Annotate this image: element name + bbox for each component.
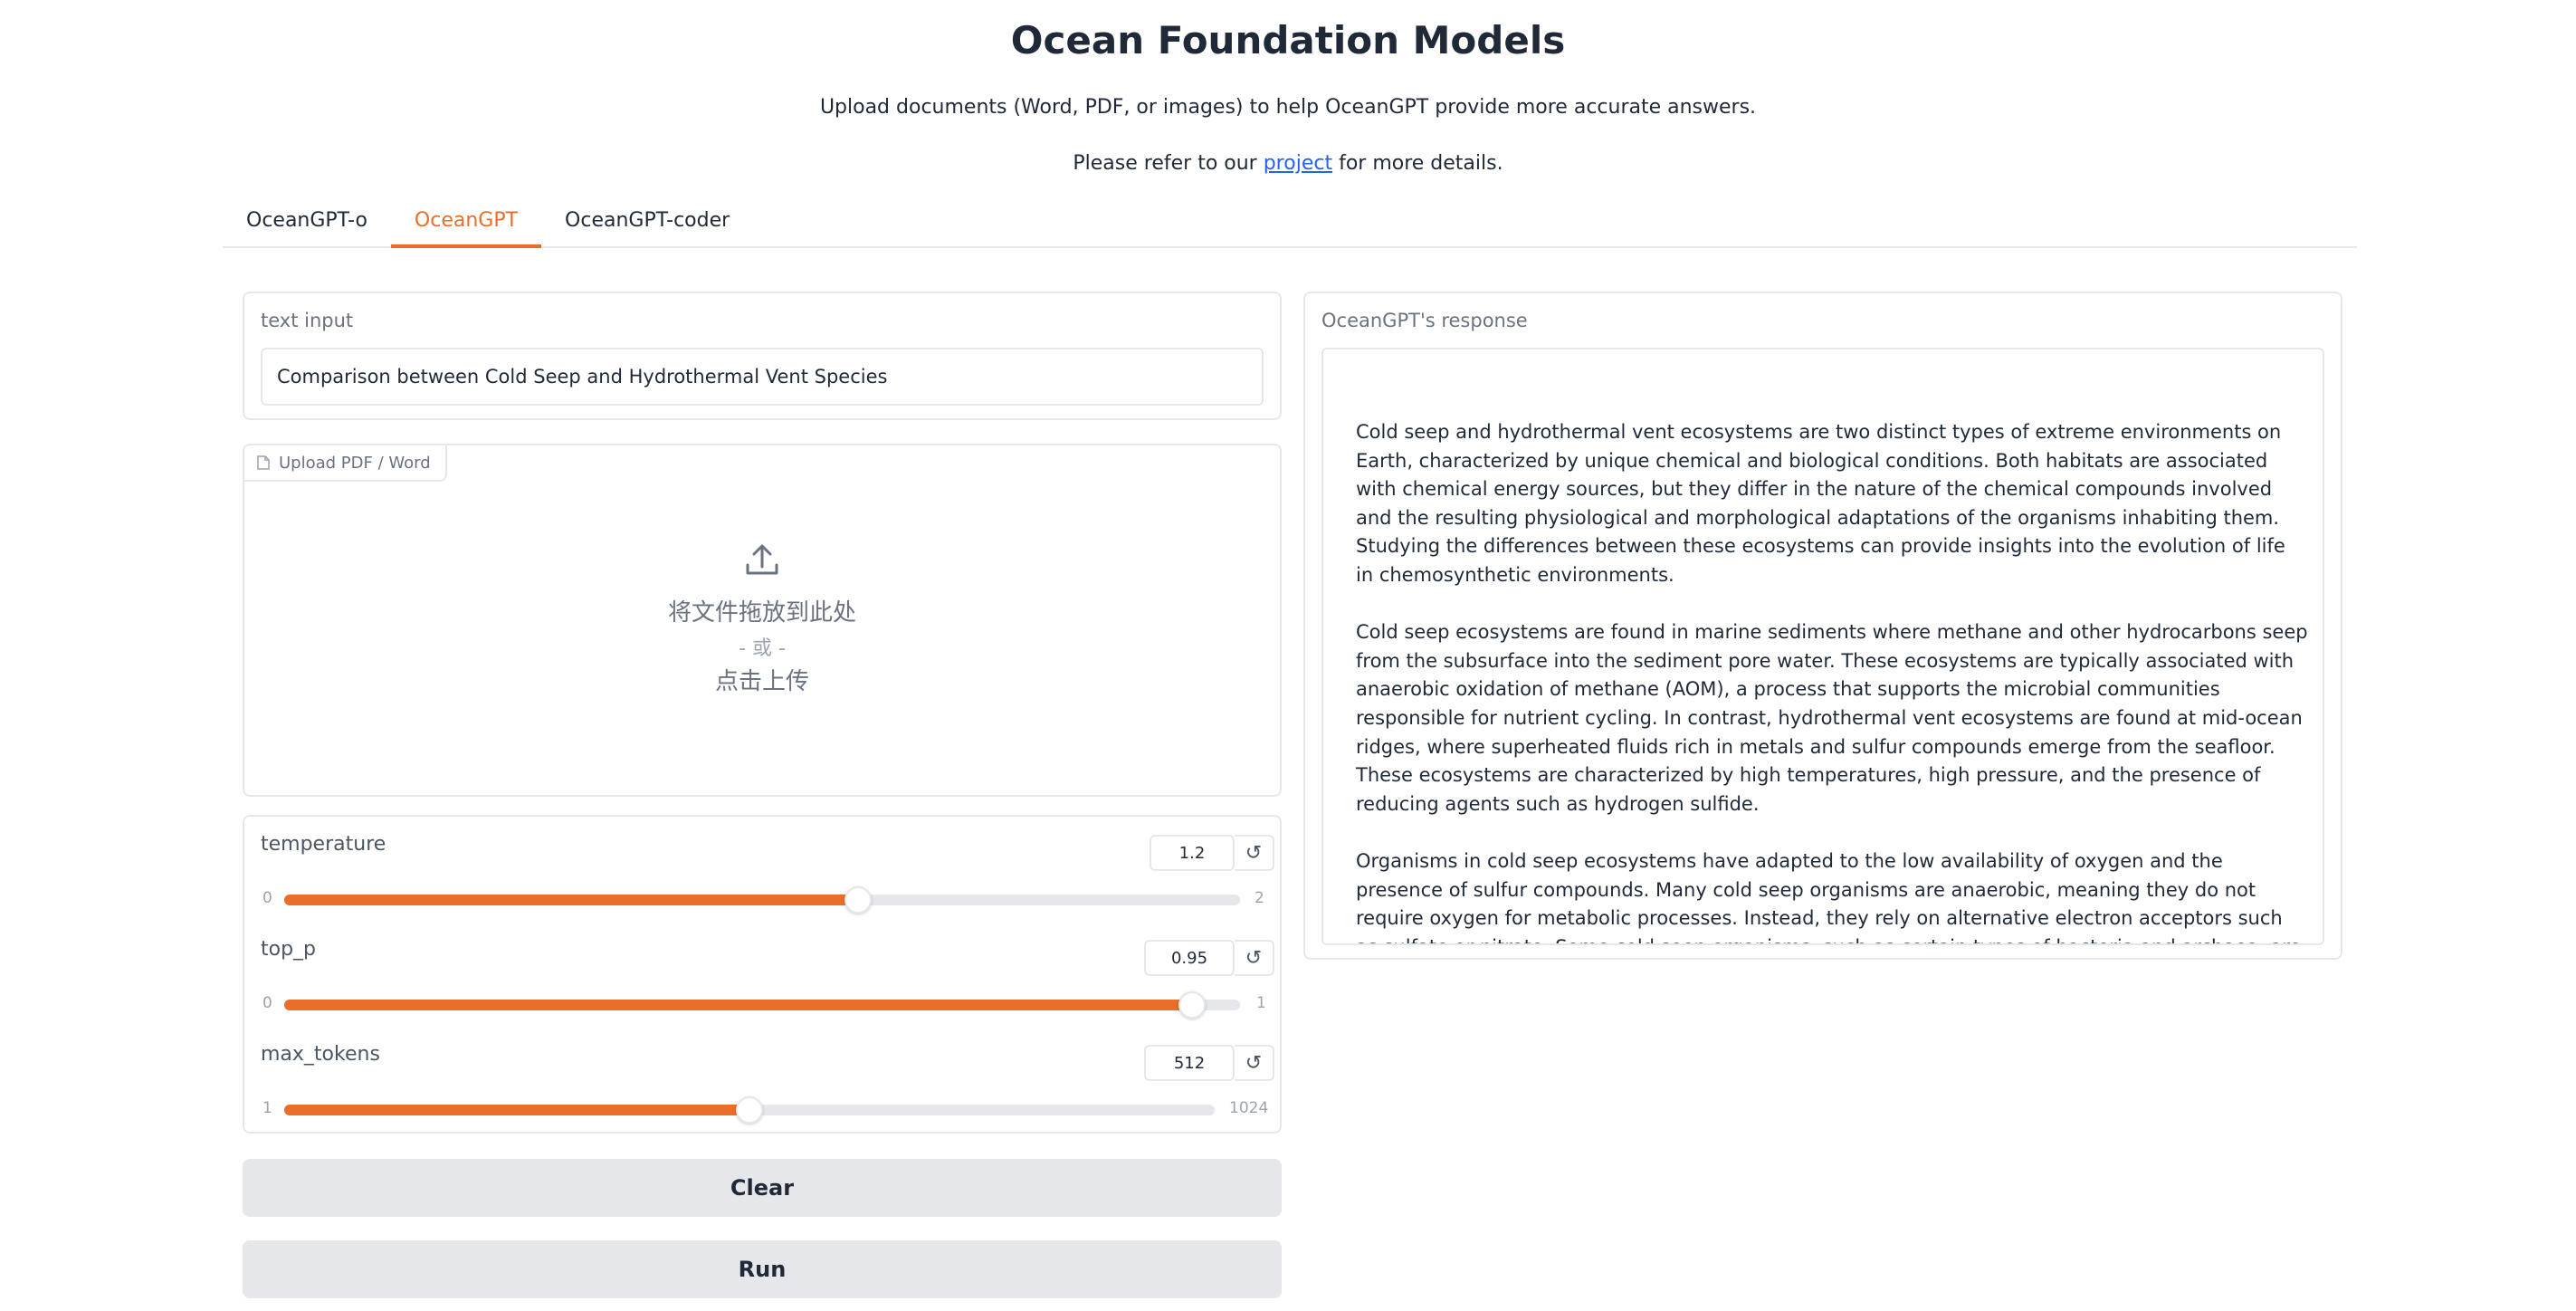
reset-icon: ↺: [1245, 841, 1263, 865]
top-p-slider-row: top_p 0.95 ↺ 0 1: [244, 922, 1280, 1021]
max-tokens-slider-row: max_tokens 512 ↺ 1 1024: [244, 1027, 1280, 1126]
parameters-panel: temperature 1.2 ↺ 0 2 top_p 0.95 ↺ 0 1 m…: [243, 815, 1282, 1134]
tab-oceangpt-o[interactable]: OceanGPT-o: [223, 209, 391, 248]
upload-tag-label: Upload PDF / Word: [279, 453, 431, 473]
project-link[interactable]: project: [1264, 152, 1332, 175]
tab-oceangpt[interactable]: OceanGPT: [390, 209, 542, 248]
file-icon: [257, 455, 270, 470]
top-p-max-label: 1: [1256, 994, 1266, 1012]
response-label: OceanGPT's response: [1321, 310, 1528, 331]
page-title: Ocean Foundation Models: [1010, 18, 1566, 62]
drop-text: 将文件拖放到此处: [667, 599, 856, 627]
response-paragraph: Cold seep ecosystems are found in marine…: [1356, 621, 2308, 815]
max-tokens-slider-thumb[interactable]: [736, 1096, 763, 1124]
max-tokens-min-label: 1: [262, 1099, 272, 1117]
temperature-min-label: 0: [262, 889, 272, 907]
page-subtitle: Upload documents (Word, PDF, or images) …: [819, 96, 1757, 119]
response-paragraph: Cold seep and hydrothermal vent ecosyste…: [1356, 421, 2285, 586]
response-panel: OceanGPT's response Cold seep and hydrot…: [1303, 292, 2342, 960]
temperature-slider-thumb[interactable]: [844, 886, 872, 914]
top-p-min-label: 0: [262, 994, 272, 1012]
top-p-number-input[interactable]: 0.95: [1144, 940, 1235, 976]
ref-prefix: Please refer to our: [1073, 152, 1257, 175]
temperature-reset-button[interactable]: ↺: [1235, 835, 1274, 871]
upload-panel: Upload PDF / Word 将文件拖放到此处 - 或 - 点击上传: [243, 444, 1282, 797]
response-paragraph: Organisms in cold seep ecosystems have a…: [1356, 849, 2301, 943]
max-tokens-slider[interactable]: [284, 1096, 1215, 1124]
max-tokens-label: max_tokens: [261, 1043, 380, 1066]
app-page: Ocean Foundation Models Upload documents…: [0, 0, 2576, 1311]
temperature-max-label: 2: [1255, 889, 1264, 907]
max-tokens-reset-button[interactable]: ↺: [1235, 1045, 1274, 1081]
ref-suffix: for more details.: [1339, 152, 1503, 175]
max-tokens-max-label: 1024: [1229, 1099, 1269, 1117]
upload-tag: Upload PDF / Word: [244, 445, 447, 482]
text-input-field[interactable]: Comparison between Cold Seep and Hydroth…: [261, 348, 1264, 406]
upload-dropzone[interactable]: 将文件拖放到此处 - 或 - 点击上传: [244, 482, 1280, 795]
temperature-slider[interactable]: [284, 886, 1240, 914]
temperature-number-input[interactable]: 1.2: [1150, 835, 1235, 871]
top-p-slider-fill: [284, 1000, 1193, 1010]
max-tokens-slider-fill: [284, 1105, 749, 1115]
upload-icon: [746, 544, 778, 575]
temperature-label: temperature: [261, 833, 386, 856]
or-text: - 或 -: [739, 637, 786, 660]
top-p-label: top_p: [261, 938, 317, 961]
text-input-label: text input: [261, 310, 354, 331]
run-button[interactable]: Run: [243, 1240, 1282, 1298]
clear-button[interactable]: Clear: [243, 1159, 1282, 1217]
reset-icon: ↺: [1245, 1051, 1263, 1075]
response-textbox[interactable]: Cold seep and hydrothermal vent ecosyste…: [1321, 348, 2324, 945]
project-reference: Please refer to our project for more det…: [0, 152, 2576, 175]
temperature-slider-fill: [284, 895, 858, 905]
top-p-slider[interactable]: [284, 991, 1240, 1019]
model-tabs: OceanGPT-o OceanGPT OceanGPT-coder: [223, 201, 2357, 248]
click-upload-text: 点击上传: [714, 668, 809, 695]
text-input-panel: text input Comparison between Cold Seep …: [243, 292, 1282, 420]
top-p-reset-button[interactable]: ↺: [1235, 940, 1274, 976]
tab-oceangpt-coder[interactable]: OceanGPT-coder: [541, 209, 753, 248]
max-tokens-number-input[interactable]: 512: [1144, 1045, 1235, 1081]
top-p-slider-thumb[interactable]: [1178, 991, 1207, 1019]
temperature-slider-row: temperature 1.2 ↺ 0 2: [244, 817, 1280, 916]
reset-icon: ↺: [1245, 946, 1263, 970]
